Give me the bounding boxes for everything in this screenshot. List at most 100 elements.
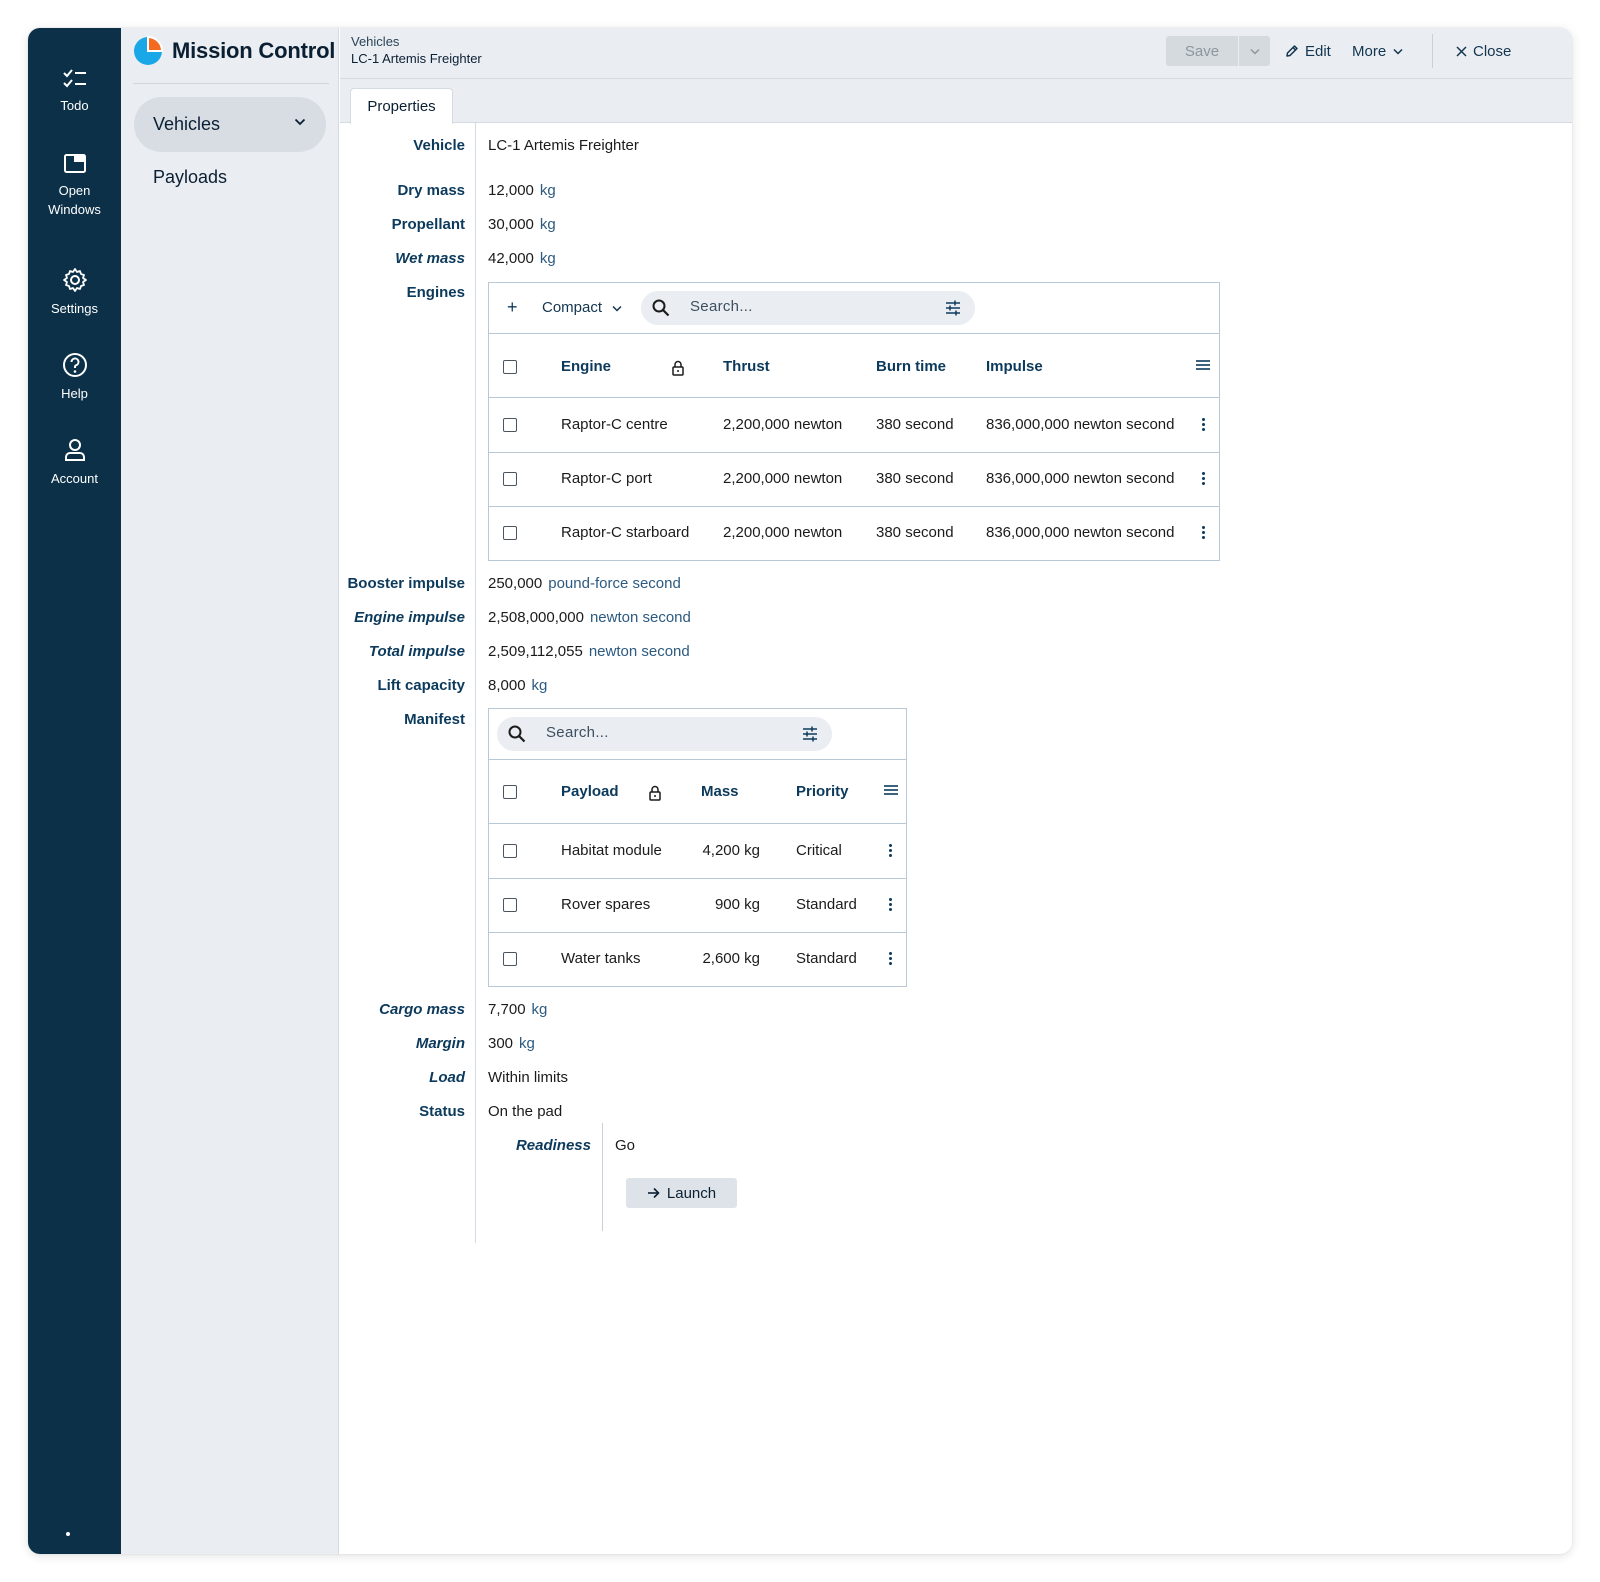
payload-priority: Standard [796,950,857,967]
margin-value: 300 [488,1035,514,1052]
row-menu-icon[interactable] [1201,472,1205,486]
table-row[interactable]: Water tanks 2,600 kg Standard [489,933,906,987]
engine-impulse: 836,000,000 newton second [986,524,1175,541]
row-menu-icon[interactable] [1201,418,1205,432]
select-all-checkbox[interactable] [503,360,517,374]
column-header-payload[interactable]: Payload [561,782,619,802]
nav-item-payloads[interactable]: Payloads [153,167,227,188]
column-header-priority[interactable]: Priority [796,782,849,802]
row-checkbox[interactable] [503,844,517,858]
rail-item-settings[interactable]: Settings [28,267,121,318]
column-header-thrust[interactable]: Thrust [723,357,770,377]
field-label-vehicle: Vehicle [413,137,465,154]
lift-capacity-value: 8,000 [488,677,526,694]
manifest-table-header: Payload Mass Priority [489,760,906,824]
icon-rail: Todo Open Windows Settings Help Account [28,28,121,1554]
column-header-impulse[interactable]: Impulse [986,357,1043,377]
field-label-load: Load [429,1069,465,1086]
chevron-down-icon [1249,48,1260,55]
rail-item-open-windows[interactable]: Open Windows [28,153,121,219]
field-label-margin: Margin [415,1035,465,1052]
row-menu-icon[interactable] [888,952,892,966]
edit-button[interactable]: Edit [1285,36,1331,66]
table-row[interactable]: Raptor-C starboard 2,200,000 newton 380 … [489,507,1219,561]
field-value-total-impulse: 2,509,112,055 newton second [488,642,690,662]
field-value-load: Within limits [488,1069,569,1086]
wet-mass-value: 42,000 [488,250,534,267]
select-all-checkbox[interactable] [503,785,517,799]
column-header-burn-time[interactable]: Burn time [876,357,946,377]
field-value-status: On the pad [488,1103,563,1120]
column-menu-icon[interactable] [884,784,898,796]
rail-item-account[interactable]: Account [28,437,121,488]
table-row[interactable]: Raptor-C port 2,200,000 newton 380 secon… [489,453,1219,507]
breadcrumb[interactable]: Vehicles [351,34,399,49]
close-button[interactable]: Close [1456,36,1511,66]
payload-mass: 900 kg [714,896,760,913]
nav-item-vehicles[interactable]: Vehicles [134,97,326,152]
tab-strip: Properties [340,79,1572,124]
lock-icon [672,360,684,376]
engines-table-toolbar: + Compact Search... [489,283,1219,334]
manifest-table-toolbar: Search... [489,709,906,760]
row-menu-icon[interactable] [1201,526,1205,540]
filter-sliders-icon[interactable] [945,300,961,316]
row-checkbox[interactable] [503,898,517,912]
rail-label-open-windows: Open Windows [48,183,101,217]
row-menu-icon[interactable] [888,898,892,912]
gear-icon [62,268,87,292]
rail-item-help[interactable]: Help [28,352,121,403]
chevron-down-icon [294,118,306,126]
filter-sliders-icon[interactable] [802,726,818,742]
column-menu-icon[interactable] [1196,359,1210,371]
engine-name: Raptor-C starboard [561,524,690,541]
field-value-margin: 300 kg [488,1034,535,1054]
lift-capacity-unit: kg [531,677,548,694]
main-content: Vehicles LC-1 Artemis Freighter Save Edi… [340,28,1572,1554]
density-dropdown[interactable]: Compact [542,298,622,318]
engine-thrust: 2,200,000 newton [723,470,843,487]
field-label-cargo-mass: Cargo mass [379,1001,465,1018]
table-row[interactable]: Habitat module 4,200 kg Critical [489,824,906,879]
row-checkbox[interactable] [503,526,517,540]
search-icon [652,299,670,317]
launch-button[interactable]: Launch [626,1178,737,1208]
save-options-button[interactable] [1238,36,1270,66]
row-menu-icon[interactable] [888,844,892,858]
arrow-right-icon [647,1187,660,1199]
rail-label-todo: Todo [60,98,89,113]
manifest-search-input[interactable]: Search... [497,717,832,751]
brand: Mission Control [133,35,335,67]
field-label-status: Status [419,1103,465,1120]
toolbar-divider [1432,34,1433,68]
wet-mass-unit: kg [539,250,556,267]
row-checkbox[interactable] [503,472,517,486]
field-label-booster-impulse: Booster impulse [347,575,465,592]
propellant-unit: kg [539,216,556,233]
tab-properties[interactable]: Properties [350,88,453,124]
column-header-mass[interactable]: Mass [701,782,739,802]
rail-item-todo[interactable]: Todo [28,68,121,115]
field-label-dry-mass: Dry mass [397,182,465,199]
dry-mass-unit: kg [539,182,556,199]
label-column-divider [475,123,476,1243]
row-checkbox[interactable] [503,418,517,432]
payload-priority: Critical [796,842,842,859]
column-header-engine[interactable]: Engine [561,357,611,377]
save-button[interactable]: Save [1166,36,1238,66]
field-label-engine-impulse: Engine impulse [354,609,465,626]
add-engine-button[interactable]: + [507,297,518,317]
vehicle-value: LC-1 Artemis Freighter [488,137,639,154]
engine-thrust: 2,200,000 newton [723,416,843,433]
user-icon [64,439,85,461]
engines-search-input[interactable]: Search... [641,291,975,325]
propellant-value: 30,000 [488,216,534,233]
row-checkbox[interactable] [503,952,517,966]
dry-mass-value: 12,000 [488,182,534,199]
total-impulse-value: 2,509,112,055 [488,643,583,660]
payload-name: Habitat module [561,842,662,859]
more-button[interactable]: More [1352,36,1409,66]
table-row[interactable]: Rover spares 900 kg Standard [489,879,906,933]
chevron-down-icon [1393,48,1403,55]
table-row[interactable]: Raptor-C centre 2,200,000 newton 380 sec… [489,398,1219,453]
